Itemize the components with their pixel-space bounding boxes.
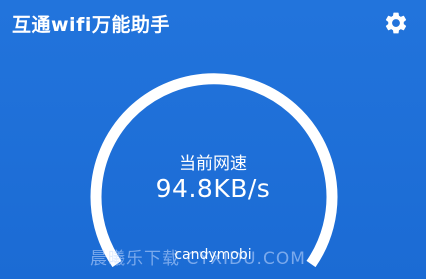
user-name: candymobi — [174, 247, 252, 263]
main-screen: 互通wifi万能助手 当前网速 94.8KB/s 晨曦乐下载 CYXIDU.CO… — [0, 0, 426, 279]
speed-gauge — [90, 73, 338, 268]
current-speed-label: 当前网速 — [179, 154, 247, 174]
current-speed-value: 94.8KB/s — [155, 174, 271, 203]
